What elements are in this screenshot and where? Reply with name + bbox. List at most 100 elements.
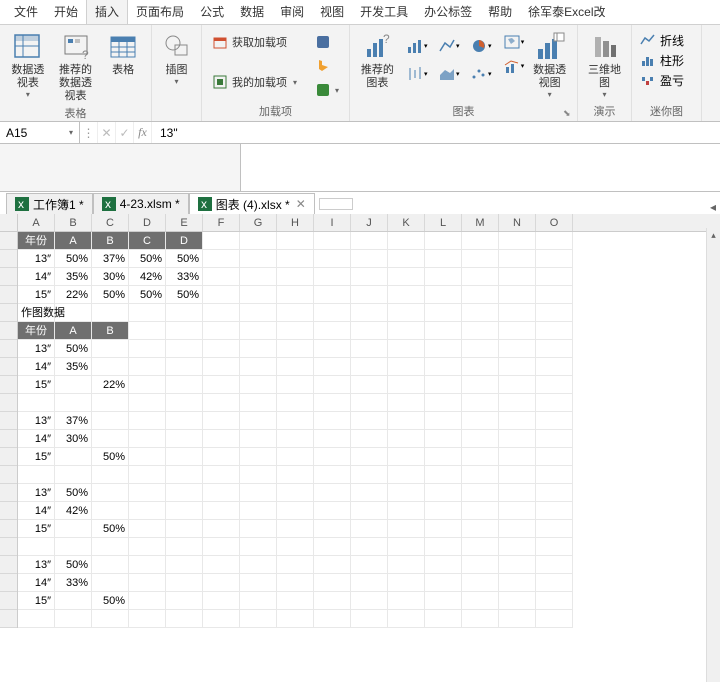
cell[interactable] <box>351 376 388 394</box>
cell[interactable] <box>351 448 388 466</box>
row-header[interactable] <box>0 484 17 502</box>
cell[interactable] <box>536 610 573 628</box>
cell[interactable]: 13″ <box>18 340 55 358</box>
cell[interactable] <box>277 556 314 574</box>
cell[interactable] <box>129 448 166 466</box>
tab-help[interactable]: 帮助 <box>480 0 520 24</box>
cell[interactable]: 50% <box>92 286 129 304</box>
cell[interactable]: 42% <box>55 502 92 520</box>
col-header-L[interactable]: L <box>425 214 462 231</box>
cell[interactable] <box>203 250 240 268</box>
cell[interactable] <box>388 268 425 286</box>
cell[interactable] <box>92 610 129 628</box>
cell[interactable] <box>388 484 425 502</box>
cell[interactable] <box>462 412 499 430</box>
cell[interactable]: 14″ <box>18 574 55 592</box>
cell[interactable] <box>462 466 499 484</box>
cell[interactable] <box>314 430 351 448</box>
cell[interactable] <box>92 304 129 322</box>
cell[interactable] <box>129 358 166 376</box>
cell[interactable] <box>388 412 425 430</box>
cell[interactable] <box>499 592 536 610</box>
col-header-F[interactable]: F <box>203 214 240 231</box>
cell[interactable]: 年份 <box>18 232 55 250</box>
cell[interactable] <box>240 250 277 268</box>
row-header[interactable] <box>0 268 17 286</box>
cell[interactable] <box>314 322 351 340</box>
cell[interactable]: 30% <box>92 268 129 286</box>
cell[interactable] <box>425 502 462 520</box>
cell[interactable]: A <box>55 322 92 340</box>
cell[interactable]: 15″ <box>18 520 55 538</box>
cell[interactable] <box>499 556 536 574</box>
cell[interactable] <box>203 412 240 430</box>
cell[interactable] <box>129 538 166 556</box>
cell[interactable] <box>203 340 240 358</box>
cell[interactable] <box>277 376 314 394</box>
cell[interactable] <box>314 304 351 322</box>
rec-charts-button[interactable]: ? 推荐的 图表 <box>356 27 399 90</box>
cell[interactable] <box>388 574 425 592</box>
cell[interactable] <box>92 556 129 574</box>
new-tab-button[interactable] <box>319 198 353 210</box>
cell[interactable] <box>499 268 536 286</box>
cell[interactable] <box>425 412 462 430</box>
cell[interactable]: 13″ <box>18 412 55 430</box>
cell[interactable]: 15″ <box>18 448 55 466</box>
cell[interactable] <box>314 556 351 574</box>
cell[interactable] <box>314 466 351 484</box>
cell[interactable]: 15″ <box>18 376 55 394</box>
cell[interactable] <box>425 574 462 592</box>
cell[interactable] <box>277 286 314 304</box>
col-header-G[interactable]: G <box>240 214 277 231</box>
cell[interactable] <box>203 430 240 448</box>
cell[interactable] <box>92 484 129 502</box>
cell[interactable]: 37% <box>55 412 92 430</box>
row-header[interactable] <box>0 592 17 610</box>
cell[interactable] <box>166 610 203 628</box>
cell[interactable] <box>351 610 388 628</box>
cell[interactable]: 22% <box>55 286 92 304</box>
cell[interactable] <box>166 466 203 484</box>
cell[interactable]: 14″ <box>18 358 55 376</box>
cell[interactable] <box>240 322 277 340</box>
cell[interactable] <box>425 610 462 628</box>
cell[interactable] <box>277 268 314 286</box>
name-box[interactable]: A15▾ <box>0 122 80 143</box>
cell[interactable] <box>166 430 203 448</box>
cell[interactable] <box>277 322 314 340</box>
cell[interactable] <box>314 484 351 502</box>
people-button[interactable]: ▾ <box>311 79 343 101</box>
cell[interactable]: 33% <box>55 574 92 592</box>
cell[interactable] <box>277 448 314 466</box>
cell[interactable] <box>314 448 351 466</box>
cell[interactable] <box>203 286 240 304</box>
cell[interactable] <box>425 466 462 484</box>
cell[interactable] <box>55 520 92 538</box>
cell[interactable] <box>314 232 351 250</box>
cell[interactable] <box>351 340 388 358</box>
col-header-D[interactable]: D <box>129 214 166 231</box>
cell[interactable] <box>425 556 462 574</box>
row-header[interactable] <box>0 232 17 250</box>
cell[interactable] <box>425 394 462 412</box>
cell[interactable] <box>425 376 462 394</box>
cell[interactable] <box>536 394 573 412</box>
charts-dialog-launcher[interactable]: ⬊ <box>563 108 574 119</box>
cell[interactable] <box>499 574 536 592</box>
cell[interactable] <box>129 556 166 574</box>
cell[interactable] <box>388 502 425 520</box>
cell[interactable] <box>203 466 240 484</box>
cell[interactable] <box>536 484 573 502</box>
cell[interactable] <box>92 574 129 592</box>
chart-combo-button[interactable]: ▾ <box>503 57 525 75</box>
cell[interactable] <box>536 448 573 466</box>
cell[interactable] <box>314 538 351 556</box>
cell[interactable] <box>166 484 203 502</box>
chart-pie-button[interactable]: ▾ <box>467 33 495 59</box>
cell[interactable] <box>536 412 573 430</box>
cell[interactable] <box>55 448 92 466</box>
cell[interactable] <box>351 538 388 556</box>
cell[interactable] <box>92 502 129 520</box>
cell[interactable] <box>277 574 314 592</box>
